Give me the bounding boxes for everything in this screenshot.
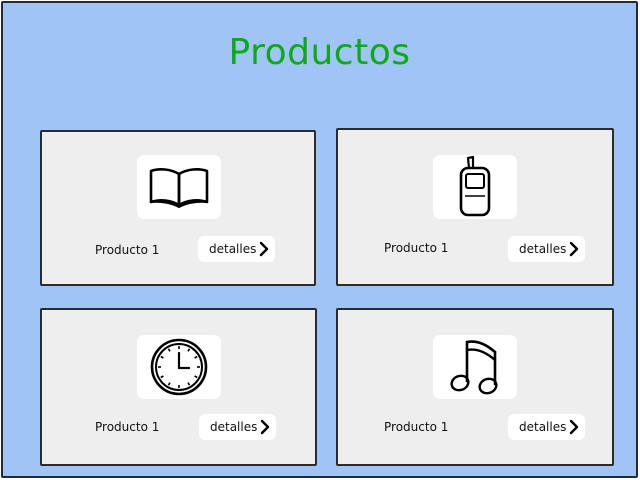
music-note-icon [450, 340, 498, 395]
product-name: Producto 1 [384, 420, 449, 434]
product-card-1: Producto 1 detalles [40, 130, 316, 286]
product-name: Producto 1 [95, 420, 160, 434]
details-button-label: detalles [519, 420, 567, 434]
clock-icon [150, 338, 208, 396]
product-thumbnail[interactable] [137, 335, 221, 399]
details-button-label: detalles [210, 420, 258, 434]
details-button-label: detalles [209, 242, 257, 256]
details-button[interactable]: detalles [508, 236, 585, 262]
book-icon [149, 168, 209, 208]
product-thumbnail[interactable] [433, 335, 517, 399]
product-card-4: Producto 1 detalles [336, 308, 614, 466]
mobile-phone-icon [459, 156, 491, 217]
chevron-right-icon [569, 241, 579, 257]
chevron-right-icon [260, 419, 270, 435]
details-button-label: detalles [519, 242, 567, 256]
chevron-right-icon [569, 419, 579, 435]
product-card-3: Producto 1 detalles [40, 308, 317, 466]
chevron-right-icon [259, 241, 269, 257]
product-thumbnail[interactable] [433, 155, 517, 219]
page-title: Productos [228, 32, 411, 73]
details-button[interactable]: detalles [198, 236, 275, 262]
product-name: Producto 1 [95, 243, 160, 257]
product-card-2: Producto 1 detalles [336, 128, 614, 286]
product-thumbnail[interactable] [137, 155, 221, 219]
details-button[interactable]: detalles [199, 414, 276, 440]
details-button[interactable]: detalles [508, 414, 585, 440]
product-name: Producto 1 [384, 241, 449, 255]
app-window: Productos Producto 1 detalles Producto 1… [1, 1, 638, 478]
